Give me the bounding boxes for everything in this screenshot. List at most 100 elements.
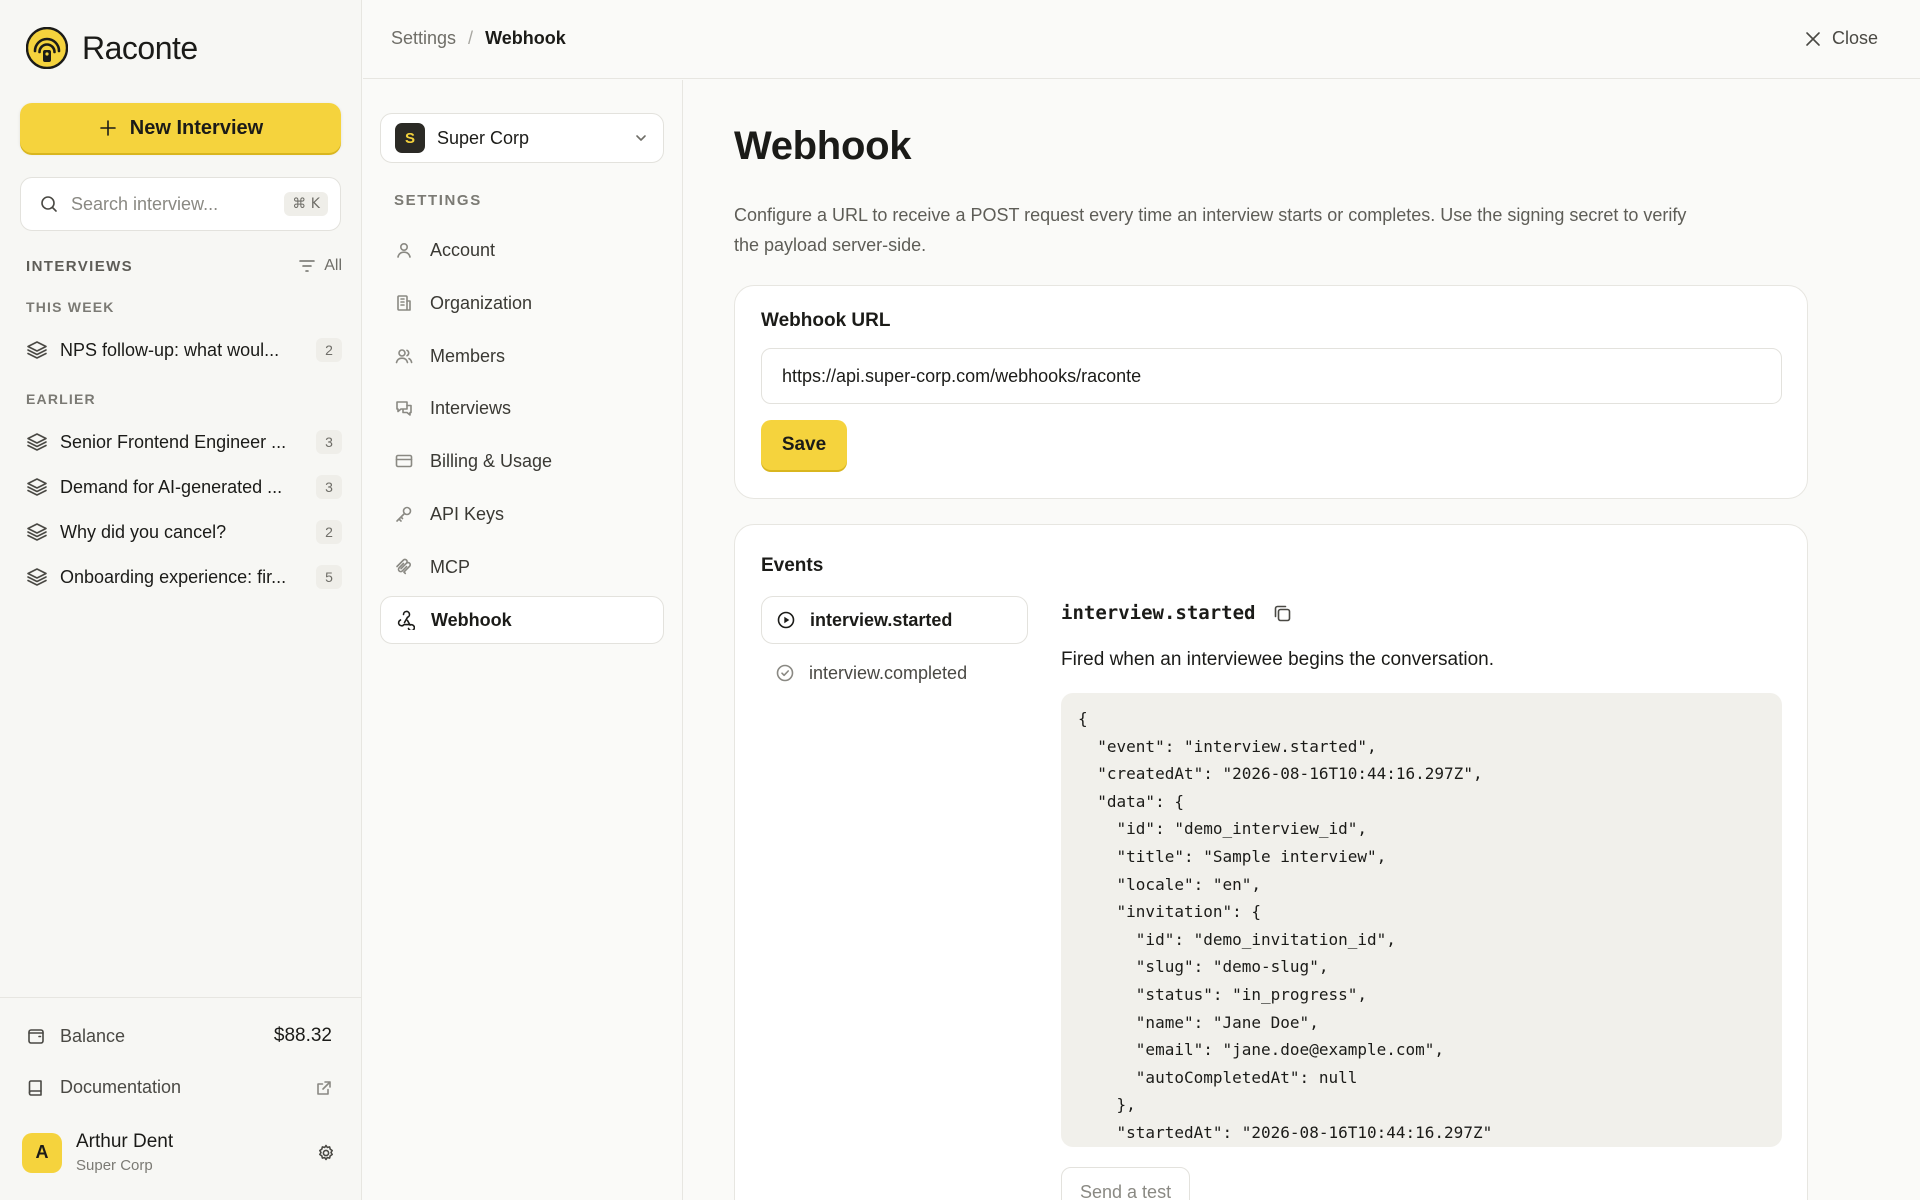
app-name: Raconte	[82, 29, 198, 66]
book-icon	[28, 1079, 42, 1096]
users-icon	[395, 349, 413, 364]
nav-item-members[interactable]: Members	[380, 332, 664, 380]
group-label-this-week: THIS WEEK	[26, 299, 115, 315]
balance-row[interactable]: Balance $88.32	[26, 1025, 332, 1047]
interview-item[interactable]: Demand for AI-generated ... 3	[26, 471, 342, 503]
filter-button[interactable]: All	[298, 257, 342, 275]
interviews-section-title: INTERVIEWS	[26, 257, 134, 275]
interview-title: Senior Frontend Engineer ...	[60, 431, 287, 452]
interview-item[interactable]: Senior Frontend Engineer ... 3	[26, 426, 342, 458]
nav-item-label: Interviews	[430, 397, 512, 418]
interview-count-badge: 2	[316, 520, 342, 544]
breadcrumb-current: Webhook	[485, 28, 566, 48]
key-icon	[396, 506, 412, 522]
event-item-completed[interactable]: interview.completed	[761, 649, 1028, 697]
close-button[interactable]: Close	[1804, 28, 1878, 49]
check-circle-icon	[776, 664, 794, 682]
breadcrumb-settings[interactable]: Settings	[391, 28, 456, 49]
new-interview-button[interactable]: New Interview	[20, 103, 341, 153]
balance-value: $88.32	[273, 1025, 332, 1046]
nav-item-label: Members	[430, 345, 506, 366]
layers-icon	[27, 433, 47, 451]
nav-item-organization[interactable]: Organization	[380, 279, 664, 327]
nav-item-label: Billing & Usage	[430, 450, 553, 471]
external-link-icon	[317, 1080, 331, 1095]
balance-label: Balance	[60, 1025, 126, 1046]
card-icon	[395, 454, 413, 468]
org-badge: S	[395, 123, 425, 153]
search-icon	[41, 196, 57, 212]
interviews-header: INTERVIEWS All	[26, 257, 342, 275]
nav-item-label: API Keys	[430, 503, 505, 524]
send-test-button[interactable]: Send a test	[1061, 1167, 1191, 1200]
layers-icon	[27, 478, 47, 496]
nav-item-billing[interactable]: Billing & Usage	[380, 437, 664, 485]
chat-icon	[396, 401, 412, 416]
search-placeholder: Search interview...	[71, 193, 219, 214]
chevron-down-icon	[636, 135, 646, 141]
event-item-started[interactable]: interview.started	[761, 596, 1028, 644]
user-profile[interactable]: A Arthur Dent Super Corp	[22, 1131, 336, 1174]
events-card: Events interview.started interview.compl…	[734, 524, 1808, 1200]
top-bar: Settings / Webhook Close	[363, 0, 1920, 79]
org-switcher[interactable]: S Super Corp	[380, 113, 664, 163]
webhook-url-input[interactable]: https://api.super-corp.com/webhooks/raco…	[761, 348, 1782, 404]
avatar: A	[22, 1132, 62, 1173]
selected-event-header: interview.started	[1061, 602, 1293, 624]
interview-title: Why did you cancel?	[60, 521, 227, 542]
interview-count-badge: 3	[316, 475, 342, 499]
plus-icon	[99, 120, 116, 136]
breadcrumb: Settings / Webhook	[391, 28, 566, 49]
nav-item-mcp[interactable]: MCP	[380, 543, 664, 591]
interview-item[interactable]: NPS follow-up: what woul... 2	[26, 334, 342, 366]
close-label: Close	[1831, 28, 1878, 48]
nav-item-label: Account	[430, 239, 496, 260]
event-label: interview.completed	[809, 662, 968, 683]
interview-count-badge: 2	[316, 338, 342, 362]
interview-item[interactable]: Onboarding experience: fir... 5	[26, 561, 342, 593]
nav-item-webhook[interactable]: Webhook	[380, 596, 664, 644]
nav-item-account[interactable]: Account	[380, 226, 664, 274]
selected-event-description: Fired when an interviewee begins the con…	[1061, 649, 1495, 670]
payload-json: { "event": "interview.started", "created…	[1078, 709, 1493, 1142]
events-title: Events	[761, 555, 824, 576]
nav-item-label: MCP	[430, 556, 470, 577]
wallet-icon	[28, 1029, 44, 1044]
copy-icon[interactable]	[1271, 602, 1293, 624]
nav-item-interviews[interactable]: Interviews	[380, 384, 664, 432]
interview-item[interactable]: Why did you cancel? 2	[26, 516, 342, 548]
webhook-url-card: Webhook URL https://api.super-corp.com/w…	[734, 285, 1808, 499]
gear-icon[interactable]	[316, 1143, 336, 1163]
save-button[interactable]: Save	[761, 420, 847, 470]
sidebar: Raconte New Interview Search interview..…	[0, 0, 362, 1200]
nav-item-api-keys[interactable]: API Keys	[380, 490, 664, 538]
brand[interactable]: Raconte	[26, 27, 198, 69]
nav-item-label: Webhook	[431, 609, 512, 630]
search-shortcut: ⌘ K	[284, 192, 328, 216]
org-name: Super Corp	[437, 127, 530, 148]
interview-count-badge: 3	[316, 430, 342, 454]
layers-icon	[27, 523, 47, 541]
interview-count-badge: 5	[316, 565, 342, 589]
building-icon	[397, 295, 411, 311]
selected-event-name: interview.started	[1061, 602, 1256, 624]
documentation-link[interactable]: Documentation	[26, 1077, 332, 1098]
user-icon	[397, 242, 411, 258]
main-content: Webhook Configure a URL to receive a POS…	[684, 80, 1920, 1200]
nav-item-label: Organization	[430, 292, 533, 313]
settings-nav: S Super Corp SETTINGS Account Organizati…	[363, 80, 683, 1200]
webhook-icon	[397, 610, 415, 630]
interview-title: Demand for AI-generated ...	[60, 476, 283, 497]
layers-icon	[27, 341, 47, 359]
page-description: Configure a URL to receive a POST reques…	[734, 205, 1687, 255]
user-name: Arthur Dent	[76, 1131, 174, 1152]
mcp-icon	[396, 558, 411, 575]
documentation-label: Documentation	[60, 1077, 182, 1097]
search-input[interactable]: Search interview... ⌘ K	[20, 177, 341, 231]
filter-label: All	[324, 257, 342, 274]
webhook-url-title: Webhook URL	[761, 310, 891, 331]
breadcrumb-separator: /	[468, 28, 474, 48]
interview-title: Onboarding experience: fir...	[60, 566, 287, 587]
close-icon	[1806, 31, 1820, 46]
interview-title: NPS follow-up: what woul...	[60, 339, 280, 360]
